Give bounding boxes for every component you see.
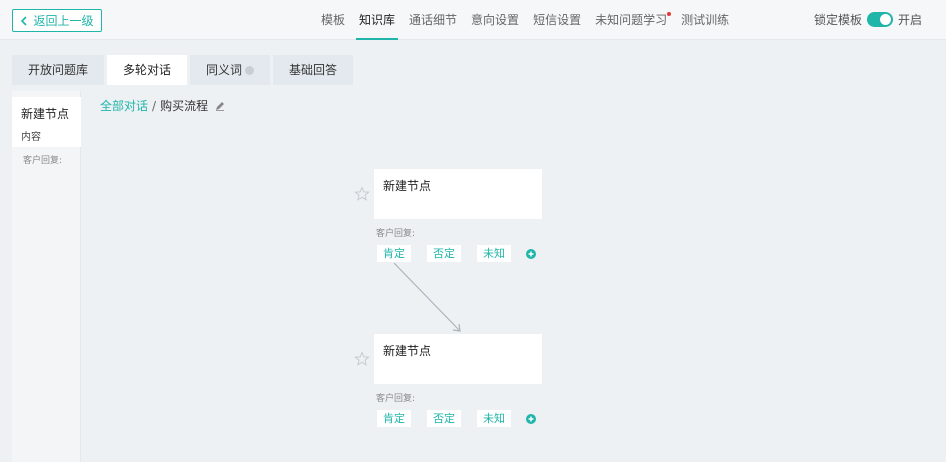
nav-tab-label: 测试训练 (681, 13, 730, 27)
main-nav: 模板 知识库 通话细节 意向设置 短信设置 未知问题学习 测试训练 (314, 0, 736, 40)
tab-synonyms[interactable]: 同义词 (190, 55, 271, 85)
flow-node-card[interactable]: 新建节点 (374, 169, 542, 219)
customer-reply-label: 客户回复: (376, 394, 416, 404)
lock-template-toggle[interactable] (867, 12, 894, 27)
tab-basic-answers[interactable]: 基础回答 (273, 55, 354, 85)
add-option-icon[interactable] (526, 414, 536, 424)
help-icon[interactable] (245, 65, 255, 75)
add-option-icon[interactable] (526, 249, 536, 259)
top-bar: 返回上一级 模板 知识库 通话细节 意向设置 短信设置 未知问题学习 测试训练 … (0, 0, 946, 40)
node-connector-line (393, 262, 461, 332)
star-icon[interactable] (354, 351, 370, 367)
breadcrumb-root-link[interactable]: 全部对话 (100, 97, 148, 114)
breadcrumb-current: 购买流程 (160, 99, 209, 113)
nav-tab-label: 知识库 (359, 13, 396, 27)
reply-option-affirm[interactable]: 肯定 (377, 245, 411, 262)
breadcrumb-separator: / (152, 98, 157, 113)
lock-template-control: 锁定模板 开启 (814, 11, 922, 28)
edit-pencil-icon[interactable] (215, 101, 225, 111)
back-button-label: 返回上一级 (33, 14, 94, 28)
customer-reply-label: 客户回复: (376, 229, 416, 239)
sidebar-node-content: 内容 (21, 132, 41, 143)
nav-tab-intent-settings[interactable]: 意向设置 (464, 0, 526, 40)
nav-tab-knowledge-base[interactable]: 知识库 (352, 0, 402, 40)
star-icon[interactable] (354, 186, 370, 202)
nav-tab-label: 通话细节 (409, 13, 458, 27)
nav-tab-unknown-learning[interactable]: 未知问题学习 (588, 0, 674, 40)
nav-tab-label: 短信设置 (533, 13, 582, 27)
tab-label: 开放问题库 (28, 63, 89, 77)
reply-option-deny[interactable]: 否定 (427, 245, 461, 262)
node-sidebar: 新建节点 内容 客户回复: (12, 91, 81, 462)
sub-tabs: 开放问题库 多轮对话 同义词 基础回答 (12, 55, 354, 85)
reply-option-unknown[interactable]: 未知 (477, 410, 511, 427)
sidebar-node-card[interactable]: 新建节点 内容 (12, 97, 81, 147)
sidebar-node-title: 新建节点 (21, 107, 70, 121)
nav-tab-label: 未知问题学习 (595, 13, 668, 27)
sidebar-reply-label: 客户回复: (23, 156, 63, 166)
chevron-left-icon (21, 15, 28, 26)
flow-node-card[interactable]: 新建节点 (374, 334, 542, 384)
tab-multi-turn-dialog[interactable]: 多轮对话 (107, 55, 188, 85)
flow-canvas: 全部对话 / 购买流程 新建节点 客户回复: 肯定 否定 未知 新建节点 客户回… (82, 91, 946, 462)
reply-option-affirm[interactable]: 肯定 (377, 410, 411, 427)
back-button[interactable]: 返回上一级 (12, 9, 102, 32)
breadcrumb: 全部对话 / 购买流程 (100, 97, 225, 114)
flow-node-title: 新建节点 (383, 344, 432, 358)
tab-label: 同义词 (206, 63, 243, 77)
tab-label: 基础回答 (289, 63, 338, 77)
toggle-state-label: 开启 (898, 13, 923, 27)
nav-tab-test-training[interactable]: 测试训练 (674, 0, 736, 40)
flow-node-title: 新建节点 (383, 179, 432, 193)
nav-tab-call-details[interactable]: 通话细节 (402, 0, 464, 40)
nav-tab-label: 模板 (321, 13, 346, 27)
lock-template-label: 锁定模板 (814, 13, 863, 27)
tab-open-questions[interactable]: 开放问题库 (12, 55, 105, 85)
notification-dot (667, 12, 672, 16)
reply-option-unknown[interactable]: 未知 (477, 245, 511, 262)
reply-option-deny[interactable]: 否定 (427, 410, 461, 427)
nav-tab-label: 意向设置 (471, 13, 520, 27)
nav-tab-template[interactable]: 模板 (314, 0, 352, 40)
nav-tab-sms-settings[interactable]: 短信设置 (526, 0, 588, 40)
tab-label: 多轮对话 (123, 63, 172, 77)
